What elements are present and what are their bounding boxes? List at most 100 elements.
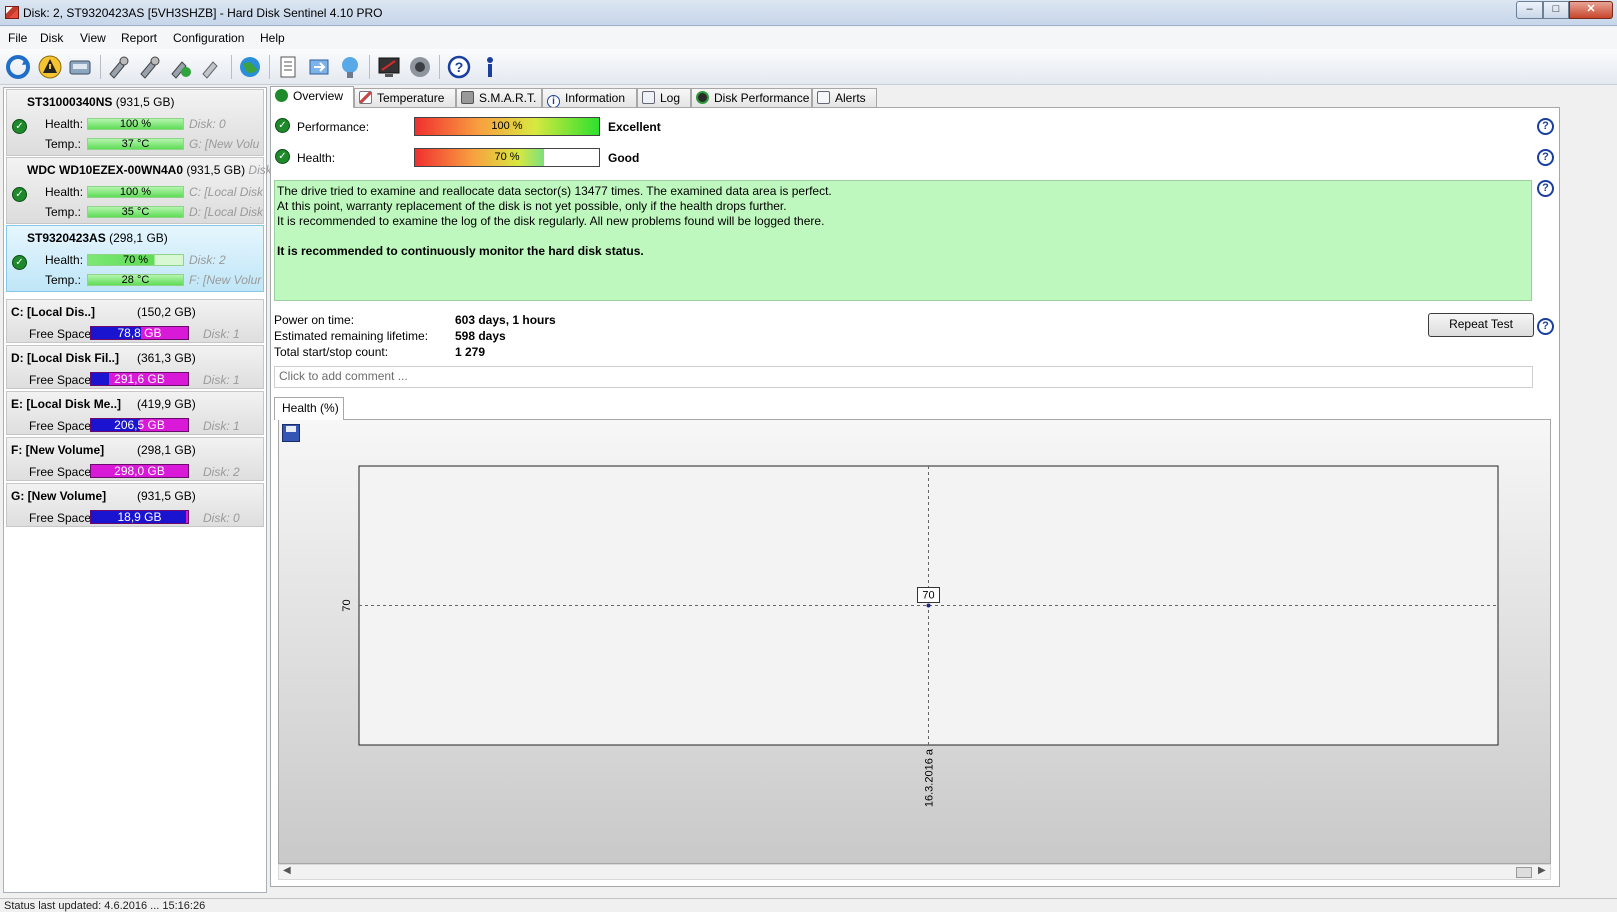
volume-size: (419,9 GB) bbox=[137, 397, 196, 411]
volume-ref: C: [Local Disk bbox=[189, 185, 263, 199]
help-icon[interactable]: ? bbox=[1537, 149, 1554, 166]
disk-info-icon[interactable] bbox=[67, 54, 93, 80]
about-icon[interactable] bbox=[477, 54, 503, 80]
menu-disk[interactable]: Disk bbox=[40, 31, 63, 45]
ok-check-icon: ✓ bbox=[12, 187, 27, 202]
globe-icon[interactable] bbox=[237, 54, 263, 80]
temp-bar: 35 °C bbox=[87, 206, 184, 218]
menu-file[interactable]: File bbox=[8, 31, 27, 45]
ok-check-icon: ✓ bbox=[12, 119, 27, 134]
health-ok-icon: ✓ bbox=[275, 149, 290, 164]
tools-icon[interactable] bbox=[199, 54, 225, 80]
free-space-label: Free Space bbox=[29, 373, 92, 387]
menu-configuration[interactable]: Configuration bbox=[173, 31, 244, 45]
power-on-value: 603 days, 1 hours bbox=[455, 313, 556, 327]
health-bar: 100 % bbox=[87, 186, 184, 198]
help-icon[interactable]: ? bbox=[1537, 118, 1554, 135]
disk-list-pane: ST31000340NS (931,5 GB) ✓ Health: 100 % … bbox=[3, 87, 272, 893]
horizontal-scrollbar[interactable]: ◀ ▶ bbox=[278, 864, 1551, 880]
scroll-right-icon[interactable]: ▶ bbox=[1538, 865, 1546, 876]
disk-entry[interactable]: WDC WD10EZEX-00WN4A0 (931,5 GB) Disk ✓ H… bbox=[6, 157, 272, 224]
health-bar: 70 % bbox=[414, 148, 600, 167]
tab-alerts[interactable]: Alerts bbox=[812, 88, 877, 108]
log-icon bbox=[642, 91, 655, 104]
gauge-icon bbox=[696, 91, 709, 104]
menu-bar: File Disk View Report Configuration Help bbox=[0, 27, 1617, 49]
tab-smart[interactable]: S.M.A.R.T. bbox=[456, 88, 542, 108]
volume-ref: D: [Local Disk bbox=[189, 205, 263, 219]
monitor-icon[interactable] bbox=[376, 54, 402, 80]
app-icon bbox=[5, 6, 19, 19]
tab-bar: Overview Temperature S.M.A.R.T. i Informa… bbox=[270, 86, 1617, 108]
volume-entry[interactable]: D: [Local Disk Fil..] (361,3 GB) Free Sp… bbox=[6, 345, 264, 389]
remaining-lifetime-label: Estimated remaining lifetime: bbox=[274, 329, 429, 343]
volume-size: (298,1 GB) bbox=[137, 443, 196, 457]
menu-view[interactable]: View bbox=[80, 31, 106, 45]
tab-log[interactable]: Log bbox=[637, 88, 691, 108]
alerts-icon bbox=[817, 91, 830, 104]
help-icon[interactable]: ? bbox=[1537, 318, 1554, 335]
volume-size: (361,3 GB) bbox=[137, 351, 196, 365]
volume-name: C: [Local Dis..] bbox=[11, 305, 96, 319]
volume-entry[interactable]: G: [New Volume] (931,5 GB) Free Space 18… bbox=[6, 483, 264, 527]
start-stop-value: 1 279 bbox=[455, 345, 486, 359]
volume-name: E: [Local Disk Me..] bbox=[11, 397, 122, 411]
main-pane: Overview Temperature S.M.A.R.T. i Informa… bbox=[270, 86, 1617, 894]
tab-information[interactable]: i Information bbox=[542, 88, 637, 108]
report-icon[interactable] bbox=[275, 54, 301, 80]
minimize-button[interactable]: – bbox=[1516, 1, 1543, 19]
temp-bar: 37 °C bbox=[87, 138, 184, 150]
volume-ref: F: [New Volur bbox=[189, 273, 262, 287]
volume-size: (931,5 GB) bbox=[137, 489, 196, 503]
close-button[interactable]: ✕ bbox=[1569, 1, 1613, 19]
health-bar: 100 % bbox=[87, 118, 184, 130]
menu-help[interactable]: Help bbox=[260, 31, 285, 45]
scroll-thumb[interactable] bbox=[1516, 867, 1532, 878]
surface-test-icon[interactable] bbox=[168, 54, 194, 80]
overview-content: ✓ Performance: 100 % Excellent ? ✓ Healt… bbox=[270, 107, 1560, 887]
temp-label: Temp.: bbox=[45, 273, 82, 287]
volume-disk: Disk: 1 bbox=[203, 373, 240, 387]
help-icon[interactable]: ? bbox=[446, 54, 472, 80]
tab-disk-performance[interactable]: Disk Performance bbox=[691, 88, 812, 108]
free-space-bar: 206,5 GB bbox=[90, 418, 189, 432]
free-space-bar: 291,6 GB bbox=[90, 372, 189, 386]
disk-name: ST31000340NS (931,5 GB) bbox=[27, 95, 175, 109]
toolbar: ? bbox=[0, 49, 1617, 85]
help-icon[interactable]: ? bbox=[1537, 180, 1554, 197]
volume-name: D: [Local Disk Fil..] bbox=[11, 351, 120, 365]
volume-name: G: [New Volume] bbox=[11, 489, 107, 503]
health-rating: Good bbox=[608, 151, 640, 165]
disk-number: Disk: 2 bbox=[189, 253, 226, 267]
window-title: Disk: 2, ST9320423AS [5VH3SHZB] - Hard D… bbox=[23, 6, 383, 20]
refresh-icon[interactable] bbox=[5, 54, 31, 80]
health-label: Health: bbox=[45, 185, 84, 199]
tab-temperature[interactable]: Temperature bbox=[354, 88, 456, 108]
start-stop-label: Total start/stop count: bbox=[274, 345, 389, 359]
free-space-bar: 18,9 GB bbox=[90, 510, 189, 524]
short-test-icon[interactable] bbox=[137, 54, 163, 80]
sound-icon[interactable] bbox=[407, 54, 433, 80]
menu-report[interactable]: Report bbox=[121, 31, 157, 45]
network-icon[interactable] bbox=[337, 54, 363, 80]
disk-name: WDC WD10EZEX-00WN4A0 (931,5 GB) Disk bbox=[27, 163, 272, 177]
sync-icon[interactable] bbox=[306, 54, 332, 80]
tab-overview[interactable]: Overview bbox=[270, 86, 354, 108]
disk-entry-selected[interactable]: ST9320423AS (298,1 GB) ✓ Health: 70 % Di… bbox=[6, 225, 264, 292]
health-chart: 70 16.3.2016 a 70 bbox=[278, 419, 1551, 864]
scroll-left-icon[interactable]: ◀ bbox=[283, 865, 291, 876]
repeat-test-button[interactable]: Repeat Test bbox=[1428, 313, 1534, 337]
health-label: Health: bbox=[297, 151, 336, 165]
volume-entry[interactable]: F: [New Volume] (298,1 GB) Free Space 29… bbox=[6, 437, 264, 481]
tab-health-chart[interactable]: Health (%) bbox=[274, 397, 344, 420]
test-icon[interactable] bbox=[106, 54, 132, 80]
performance-label: Performance: bbox=[297, 120, 370, 134]
volume-entry[interactable]: E: [Local Disk Me..] (419,9 GB) Free Spa… bbox=[6, 391, 264, 435]
volume-entry[interactable]: C: [Local Dis..] (150,2 GB) Free Space 7… bbox=[6, 299, 264, 343]
maximize-button[interactable]: □ bbox=[1543, 1, 1569, 19]
volume-disk: Disk: 1 bbox=[203, 419, 240, 433]
warning-icon[interactable] bbox=[37, 54, 63, 80]
disk-entry[interactable]: ST31000340NS (931,5 GB) ✓ Health: 100 % … bbox=[6, 89, 264, 156]
comment-field[interactable]: Click to add comment ... bbox=[274, 366, 1533, 388]
disk-number: Disk: 0 bbox=[189, 117, 226, 131]
